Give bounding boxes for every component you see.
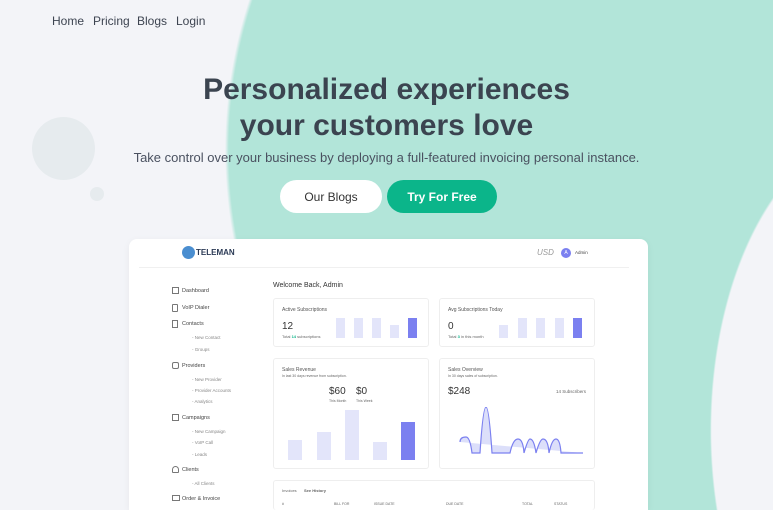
bar [573,318,582,338]
header-divider [139,267,629,268]
col-header: ISSUE DATE [374,502,395,506]
phone-icon [172,304,178,312]
bar [401,422,415,460]
sidebar-new-provider[interactable]: - New Provider [192,377,222,382]
active-subscriptions-card: Active Subscriptions 12 Total 14 subscri… [273,298,429,347]
sidebar-groups[interactable]: - Groups [192,347,210,352]
col-header: DUE DATE [446,502,464,506]
col-header: # [282,502,284,506]
sidebar-voip-call[interactable]: - VoIP Call [192,440,213,445]
subscriber-count: 14 Subscribers [555,389,586,394]
logo: TELEMAN [196,248,235,257]
dashboard-preview: TELEMAN USD A Admin Dashboard VoIP Diale… [129,239,648,510]
sidebar-order-invoice[interactable]: Order & Invoice [182,496,220,502]
overview-line-chart [459,407,583,454]
bar [390,325,399,338]
bar [288,440,302,460]
bar [536,318,545,338]
bar [518,318,527,338]
bar [499,325,508,338]
sidebar-voip-dialer[interactable]: VoIP Dialer [182,305,209,311]
month-label: This Month [329,399,347,403]
our-blogs-button[interactable]: Our Blogs [280,180,382,213]
sales-revenue-card: Sales Revenue In last 30 days revenue fr… [273,358,429,469]
avatar[interactable]: A [561,248,571,258]
sidebar-contacts[interactable]: Contacts [182,321,204,327]
bar [555,318,564,338]
sidebar-providers[interactable]: Providers [182,363,205,369]
card-subtitle: In last 30 days revenue from subscriptio… [282,374,347,378]
sidebar-new-contact[interactable]: - New Contact [192,335,221,340]
user-menu[interactable]: Admin [575,250,588,255]
card-value: 12 [282,321,294,332]
card-title: Avg Subscriptions Today [448,307,503,313]
invoices-card: Invoices See History # BILL FOR ISSUE DA… [273,480,595,510]
bar [373,442,387,460]
card-title: Sales Overview [448,367,483,373]
sidebar-new-campaign[interactable]: - New Campaign [192,429,226,434]
tab-see-history[interactable]: See History [304,488,326,493]
nav-blogs[interactable]: Blogs [137,14,167,28]
week-label: This Week [356,399,373,403]
tab-invoices[interactable]: Invoices [282,488,297,493]
col-header: BILL FOR [334,502,350,506]
invoice-icon [172,495,180,501]
col-header: TOTAL [522,502,533,506]
nav-pricing[interactable]: Pricing [93,14,130,28]
card-title: Active Subscriptions [282,307,328,313]
avg-subscriptions-card: Avg Subscriptions Today 0 Total 3 in thi… [439,298,595,347]
card-title: Sales Revenue [282,367,316,373]
users-icon [172,466,179,473]
card-note: Total 14 subscriptions [282,334,321,339]
grid-icon [172,287,179,294]
welcome-heading: Welcome Back, Admin [273,282,343,289]
sales-overview-card: Sales Overview In 30 days sales of subsc… [439,358,595,469]
book-icon [172,320,178,328]
bar [372,318,381,338]
week-value: $0 [356,386,368,397]
bar [317,432,331,460]
sidebar-analytics[interactable]: - Analytics [192,399,213,404]
sidebar-dashboard[interactable]: Dashboard [182,288,209,294]
sidebar-provider-accounts[interactable]: - Provider Accounts [192,388,231,393]
phone-call-icon [172,362,179,369]
month-value: $60 [329,386,346,397]
card-subtitle: In 30 days sales of subscription. [448,374,498,378]
hero-subtitle: Take control over your business by deplo… [133,150,640,165]
sidebar-clients[interactable]: Clients [182,467,199,473]
bar [354,318,363,338]
sidebar-all-clients[interactable]: - All Clients [192,481,215,486]
decor-circle-small [90,187,104,201]
hero-title: Personalized experiences your customers … [203,73,570,142]
overview-line [459,407,583,454]
bar [336,318,345,338]
columns-icon [172,414,179,421]
bar [408,318,417,338]
card-note: Total 3 in this month [448,334,484,339]
nav-login[interactable]: Login [176,14,205,28]
nav-home[interactable]: Home [52,14,84,28]
bar [345,410,359,460]
card-value: 0 [448,321,454,332]
currency[interactable]: USD [537,248,554,257]
overview-value: $248 [448,386,471,397]
col-header: STATUS [554,502,568,506]
logo-icon [182,246,195,259]
sidebar-leads[interactable]: - Leads [192,452,207,457]
sidebar-campaigns[interactable]: Campaigns [182,415,210,421]
try-for-free-button[interactable]: Try For Free [387,180,497,213]
